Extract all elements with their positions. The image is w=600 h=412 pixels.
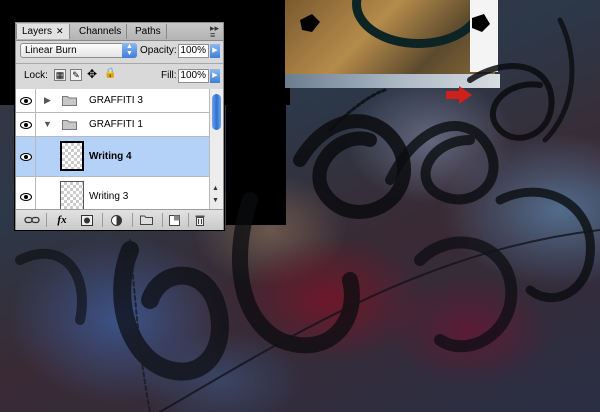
new-group-folder-icon[interactable] xyxy=(138,214,154,226)
red-arrow-icon xyxy=(446,86,472,104)
layer-thumbnail[interactable] xyxy=(60,141,84,171)
layers-list: ▶ GRAFFITI 3 ▼ GRAFFITI 1 Writing 4 Writ… xyxy=(16,89,209,209)
tab-paths[interactable]: Paths xyxy=(130,24,167,39)
visibility-eye-icon[interactable] xyxy=(16,137,36,176)
visibility-eye-icon[interactable] xyxy=(16,89,36,112)
lock-row: Lock: ▦ ✎ ✥ 🔒 Fill: 100% ▶ xyxy=(16,65,223,87)
divider xyxy=(162,213,163,227)
opacity-slider-arrow-icon[interactable]: ▶ xyxy=(210,44,220,58)
visibility-eye-icon[interactable] xyxy=(16,177,36,209)
fill-label: Fill: xyxy=(161,70,177,81)
layer-name: GRAFFITI 1 xyxy=(89,119,143,130)
tab-layers[interactable]: Layers ✕ xyxy=(16,24,70,39)
close-icon[interactable]: ✕ xyxy=(56,26,64,36)
opacity-label: Opacity: xyxy=(140,45,177,56)
panel-footer: fx xyxy=(16,209,223,230)
trash-icon[interactable] xyxy=(192,214,208,226)
expand-triangle-icon[interactable]: ▶ xyxy=(44,95,51,106)
layer-name: GRAFFITI 3 xyxy=(89,95,143,106)
divider xyxy=(46,213,47,227)
layer-name: Writing 4 xyxy=(89,151,132,162)
layers-scrollbar[interactable]: ▲ ▼ xyxy=(209,89,223,209)
scrollbar-thumb[interactable] xyxy=(212,94,221,130)
lock-transparent-icon[interactable]: ▦ xyxy=(54,69,66,81)
divider xyxy=(16,63,223,64)
fx-icon[interactable]: fx xyxy=(52,214,72,226)
layer-thumbnail[interactable] xyxy=(60,181,84,209)
layer-row-graffiti-3[interactable]: ▶ GRAFFITI 3 xyxy=(16,89,209,113)
lock-label: Lock: xyxy=(24,70,48,81)
layer-row-writing-3[interactable]: Writing 3 xyxy=(16,177,209,209)
scroll-up-icon[interactable]: ▲ xyxy=(212,185,219,192)
panel-tab-bar: Layers ✕ Channels Paths ▸▸ ≡ xyxy=(16,23,223,41)
layers-panel: Layers ✕ Channels Paths ▸▸ ≡ Linear Burn ▲… xyxy=(15,22,224,230)
folder-icon xyxy=(62,96,77,106)
tab-channels[interactable]: Channels xyxy=(74,24,128,39)
layer-row-graffiti-1[interactable]: ▼ GRAFFITI 1 xyxy=(16,113,209,137)
layer-row-writing-4[interactable]: Writing 4 xyxy=(16,137,209,177)
tab-channels-label: Channels xyxy=(79,26,122,37)
blend-row: Linear Burn ▲ ▼ Opacity: 100% ▶ xyxy=(16,40,223,62)
blend-mode-value: Linear Burn xyxy=(25,45,77,56)
fill-slider-arrow-icon[interactable]: ▶ xyxy=(210,69,220,83)
scroll-down-icon[interactable]: ▼ xyxy=(212,197,219,204)
chevron-updown-icon: ▲ ▼ xyxy=(122,43,137,58)
tab-paths-label: Paths xyxy=(135,26,161,37)
visibility-eye-icon[interactable] xyxy=(16,113,36,136)
fx-label: fx xyxy=(57,214,67,226)
tab-layers-label: Layers xyxy=(22,26,53,37)
lock-image-icon[interactable]: ✎ xyxy=(70,69,82,81)
panel-menu-icon[interactable]: ▸▸ ≡ xyxy=(210,24,219,40)
divider xyxy=(102,213,103,227)
divider xyxy=(132,213,133,227)
divider xyxy=(188,213,189,227)
collapse-triangle-icon[interactable]: ▼ xyxy=(43,119,52,129)
lock-position-icon[interactable]: ✥ xyxy=(86,68,98,81)
opacity-field[interactable]: 100% xyxy=(178,44,209,58)
folder-icon xyxy=(62,120,77,130)
mask-icon[interactable] xyxy=(80,214,94,226)
link-icon[interactable] xyxy=(24,214,40,226)
fill-field[interactable]: 100% xyxy=(178,69,209,83)
lock-all-icon[interactable]: 🔒 xyxy=(104,69,116,81)
new-layer-icon[interactable] xyxy=(166,214,182,226)
adjustment-icon[interactable] xyxy=(108,214,124,226)
blend-mode-select[interactable]: Linear Burn ▲ ▼ xyxy=(20,43,137,58)
layer-name: Writing 3 xyxy=(89,191,129,202)
